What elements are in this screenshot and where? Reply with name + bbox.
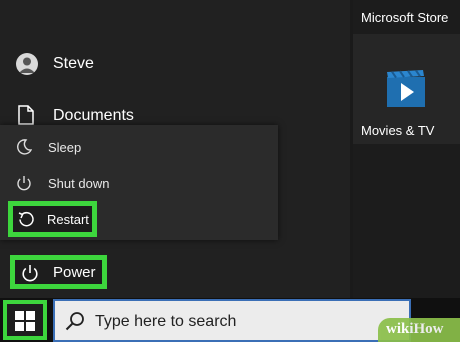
moon-icon (16, 139, 33, 160)
sleep-menu-item[interactable]: Sleep (0, 131, 278, 165)
restart-menu-item[interactable]: Restart (8, 201, 97, 237)
user-avatar-icon[interactable] (16, 53, 38, 75)
restart-label: Restart (47, 212, 89, 227)
wikihow-watermark: wikiHow (378, 318, 460, 342)
shut-down-label: Shut down (48, 176, 110, 191)
power-label: Power (53, 264, 96, 281)
search-icon (65, 311, 85, 336)
user-name-label[interactable]: Steve (53, 55, 94, 73)
documents-label[interactable]: Documents (53, 107, 134, 125)
start-button[interactable] (3, 300, 47, 340)
windows-logo-icon (15, 311, 35, 331)
power-button[interactable]: Power (10, 255, 107, 289)
taskbar-search-box[interactable]: Type here to search (53, 299, 411, 342)
movies-tv-label: Movies & TV (361, 123, 435, 138)
power-icon (16, 175, 32, 196)
sleep-label: Sleep (48, 140, 82, 155)
movies-tv-icon (386, 69, 426, 113)
search-placeholder: Type here to search (95, 313, 237, 330)
shut-down-menu-item[interactable]: Shut down (0, 167, 278, 201)
watermark-text: wikiHow (386, 321, 444, 337)
power-icon (21, 264, 39, 287)
restart-icon (18, 211, 35, 233)
microsoft-store-tile[interactable]: Microsoft Store (361, 10, 448, 25)
